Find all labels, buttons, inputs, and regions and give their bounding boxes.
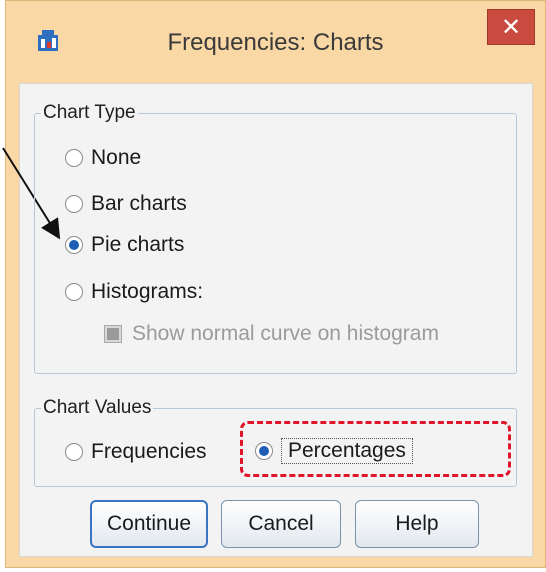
radio-bar-charts[interactable]: Bar charts [65,192,187,216]
radio-histograms[interactable]: Histograms: [65,280,203,304]
radio-circle[interactable] [65,236,83,254]
radio-frequencies[interactable]: Frequencies [65,440,207,464]
radio-circle[interactable] [65,443,83,461]
radio-selected-dot [69,240,79,250]
chart-type-legend: Chart Type [43,102,136,123]
checkbox-disabled-fill [107,328,119,340]
radio-histograms-label: Histograms: [91,280,204,303]
help-button[interactable]: Help [355,500,479,548]
checkbox-show-normal-curve-label: Show normal curve on histogram [132,322,439,345]
radio-bar-charts-label: Bar charts [91,192,187,215]
radio-circle[interactable] [255,442,273,460]
radio-circle[interactable] [65,283,83,301]
continue-button[interactable]: Continue [90,500,208,548]
radio-pie-charts-label: Pie charts [91,233,185,256]
radio-circle[interactable] [65,149,83,167]
cancel-button[interactable]: Cancel [221,500,341,548]
radio-circle[interactable] [65,195,83,213]
radio-none-label: None [91,146,142,169]
radio-percentages[interactable]: Percentages [255,438,413,464]
radio-frequencies-label: Frequencies [91,440,207,463]
checkbox-box[interactable] [104,325,122,343]
radio-selected-dot [259,446,269,456]
radio-pie-charts[interactable]: Pie charts [65,233,184,257]
radio-none[interactable]: None [65,146,141,170]
radio-percentages-label: Percentages [281,438,413,464]
chart-values-legend: Chart Values [43,397,152,418]
checkbox-show-normal-curve[interactable]: Show normal curve on histogram [104,322,439,346]
